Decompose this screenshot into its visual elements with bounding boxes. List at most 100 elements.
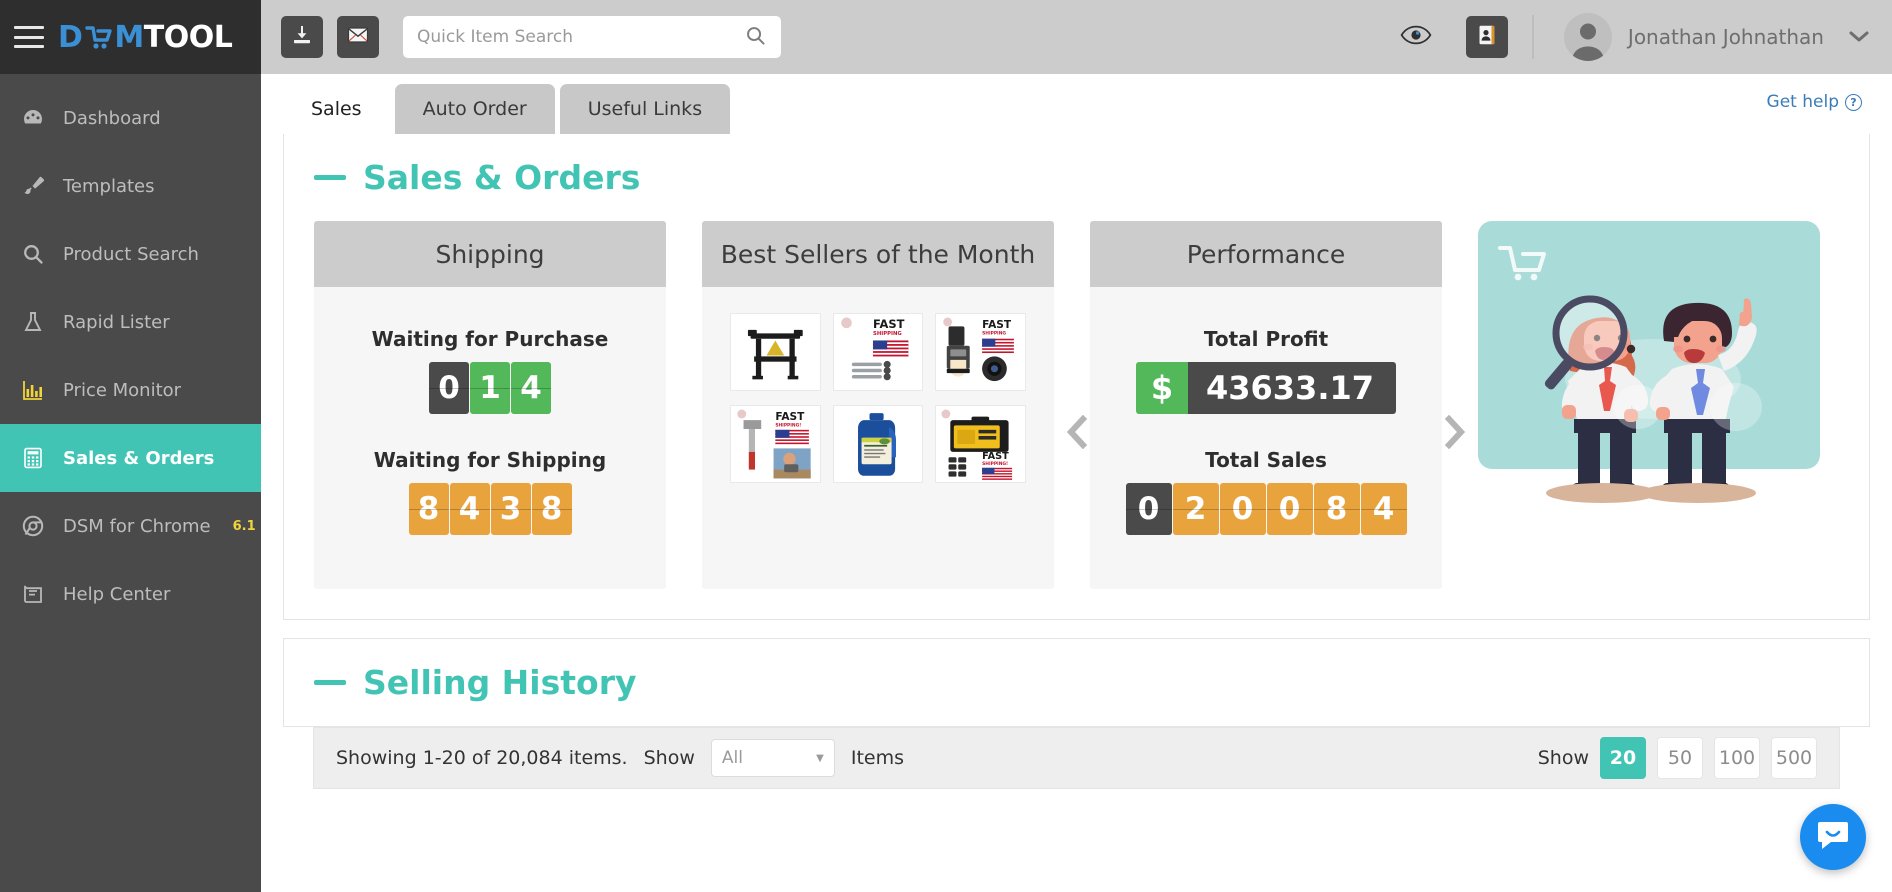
digit: 4 — [1360, 483, 1407, 535]
page-size-label-value: 100 — [1718, 747, 1756, 769]
preview-toggle-button[interactable] — [1400, 24, 1432, 50]
best-seller-item-drill-bits[interactable]: FAST SHIPPING — [832, 313, 924, 391]
search-icon[interactable] — [744, 24, 767, 51]
brand-bar: D M TOOL — [0, 0, 261, 74]
performance-card-title: Performance — [1090, 221, 1442, 287]
get-help-label: Get help — [1766, 92, 1839, 112]
showing-items-text: Showing 1-20 of 20,084 items. — [336, 747, 628, 769]
carousel-next-button[interactable] — [1444, 414, 1466, 450]
selling-history-section-title: Selling History — [314, 663, 1839, 702]
search-icon — [20, 241, 46, 267]
contacts-button[interactable] — [1465, 16, 1508, 58]
sidebar-item-dsm-for-chrome[interactable]: DSM for Chrome 6.1 — [0, 492, 261, 560]
hamburger-menu-icon[interactable] — [14, 26, 44, 48]
tab-label: Useful Links — [587, 98, 703, 120]
dsmtool-logo[interactable]: D M TOOL — [58, 19, 233, 55]
svg-text:FAST: FAST — [873, 317, 905, 331]
items-filter-select[interactable]: All ▼ — [710, 739, 835, 777]
search-input[interactable] — [417, 27, 744, 47]
page-size-label-value: 500 — [1775, 747, 1813, 769]
carousel-prev-button[interactable] — [1066, 414, 1088, 450]
best-sellers-card: Best Sellers of the Month FAST SHIPPING … — [702, 221, 1054, 589]
page-size-controls: Show 20 50 100 500 — [1538, 737, 1817, 779]
get-help-link[interactable]: Get help ? — [1767, 92, 1862, 112]
bar-chart-icon — [20, 377, 46, 403]
currency-symbol: $ — [1135, 362, 1188, 414]
sidebar-nav: Dashboard Templates Product Search Rapid… — [0, 74, 261, 892]
download-button[interactable] — [281, 16, 323, 58]
digit: 4 — [449, 483, 490, 535]
question-circle-icon: ? — [1845, 93, 1862, 111]
best-sellers-card-body: FAST SHIPPING FAST SHIPPING FAST SHIPPIN… — [702, 287, 1054, 589]
page-size-label-value: 50 — [1667, 747, 1693, 769]
svg-text:SHIPPING: SHIPPING — [982, 330, 1006, 336]
sidebar-item-product-search[interactable]: Product Search — [0, 220, 261, 288]
best-seller-item-cleaner-bottle[interactable] — [832, 404, 924, 483]
sidebar-item-label: Product Search — [63, 243, 199, 265]
selling-history-toolbar: Showing 1-20 of 20,084 items. Show All ▼… — [313, 727, 1840, 789]
shipping-card: Shipping Waiting for Purchase 0 1 4 Wait… — [314, 221, 666, 589]
tabs-row: Sales Auto Order Useful Links Get help ? — [261, 74, 1892, 134]
selling-history-panel: Selling History — [283, 638, 1870, 727]
sidebar-item-sales-orders[interactable]: Sales & Orders — [0, 424, 261, 492]
best-seller-item-hammer[interactable]: FAST SHIPPING! — [730, 404, 821, 483]
digit: 8 — [408, 483, 449, 535]
total-profit-label: Total Profit — [1203, 327, 1329, 351]
sidebar-item-help-center[interactable]: Help Center — [0, 560, 261, 628]
page-size-50[interactable]: 50 — [1657, 737, 1703, 779]
sales-orders-panel: Sales & Orders Shipping Waiting for Purc… — [283, 134, 1870, 620]
shipping-card-body: Waiting for Purchase 0 1 4 Waiting for S… — [314, 287, 666, 589]
chevron-down-icon[interactable] — [1848, 28, 1870, 47]
eye-icon — [1400, 24, 1432, 50]
best-seller-item-tool-case[interactable]: FAST SHIPPING! — [935, 404, 1026, 483]
digit: 3 — [490, 483, 531, 535]
tab-auto-order[interactable]: Auto Order — [394, 84, 555, 134]
avatar — [1563, 13, 1612, 61]
page-size-label: Show — [1537, 747, 1589, 769]
main-area: Jonathan Johnathan Sales Auto Order Usef… — [261, 0, 1892, 892]
total-profit-amount: 43633.17 — [1187, 362, 1396, 414]
logo-word-tool: TOOL — [143, 19, 233, 55]
messages-button[interactable] — [337, 16, 379, 58]
page-size-500[interactable]: 500 — [1771, 737, 1817, 779]
tab-sales[interactable]: Sales — [283, 84, 390, 134]
digit: 8 — [531, 483, 572, 535]
tab-useful-links[interactable]: Useful Links — [559, 84, 731, 134]
download-icon — [290, 23, 314, 51]
section-dash — [314, 680, 346, 685]
best-sellers-card-title: Best Sellers of the Month — [702, 221, 1054, 287]
show-label: Show — [643, 747, 695, 769]
quick-item-search[interactable] — [403, 16, 781, 58]
dashboard-icon — [20, 105, 46, 131]
app-root: D M TOOL Dashboard Templates Product Sea… — [0, 0, 1892, 892]
waiting-for-purchase-label: Waiting for Purchase — [371, 327, 609, 351]
page-size-100[interactable]: 100 — [1714, 737, 1760, 779]
user-menu[interactable]: Jonathan Johnathan — [1563, 13, 1870, 61]
logo-letter-d: D — [58, 19, 83, 55]
page-size-20[interactable]: 20 — [1600, 737, 1646, 779]
best-seller-item-coffee-maker[interactable]: FAST SHIPPING — [935, 313, 1026, 391]
topbar: Jonathan Johnathan — [261, 0, 1892, 74]
topbar-divider — [1531, 15, 1534, 59]
sidebar-item-rapid-lister[interactable]: Rapid Lister — [0, 288, 261, 356]
total-sales-label: Total Sales — [1205, 448, 1327, 472]
svg-text:FAST: FAST — [982, 319, 1012, 331]
sidebar-item-price-monitor[interactable]: Price Monitor — [0, 356, 261, 424]
brush-icon — [20, 173, 46, 199]
sidebar-item-label: Sales & Orders — [63, 447, 215, 469]
digit: 0 — [1266, 483, 1313, 535]
digit: 1 — [470, 362, 510, 414]
selling-history-title: Selling History — [363, 663, 637, 702]
waiting-for-shipping-label: Waiting for Shipping — [373, 448, 607, 472]
section-dash — [314, 175, 346, 180]
sidebar-item-templates[interactable]: Templates — [0, 152, 261, 220]
chrome-version-badge: 6.1 — [232, 518, 256, 534]
best-seller-item-sawhorse[interactable] — [730, 313, 821, 391]
waiting-for-shipping-value: 8 4 3 8 — [408, 483, 572, 535]
digit: 0 — [1125, 483, 1172, 535]
intercom-chat-button[interactable] — [1800, 804, 1866, 870]
address-book-icon — [1475, 23, 1499, 51]
sidebar-item-dashboard[interactable]: Dashboard — [0, 84, 261, 152]
performance-card: Performance Total Profit $ 43633.17 Tota… — [1090, 221, 1442, 589]
svg-text:SHIPPING: SHIPPING — [873, 331, 902, 337]
